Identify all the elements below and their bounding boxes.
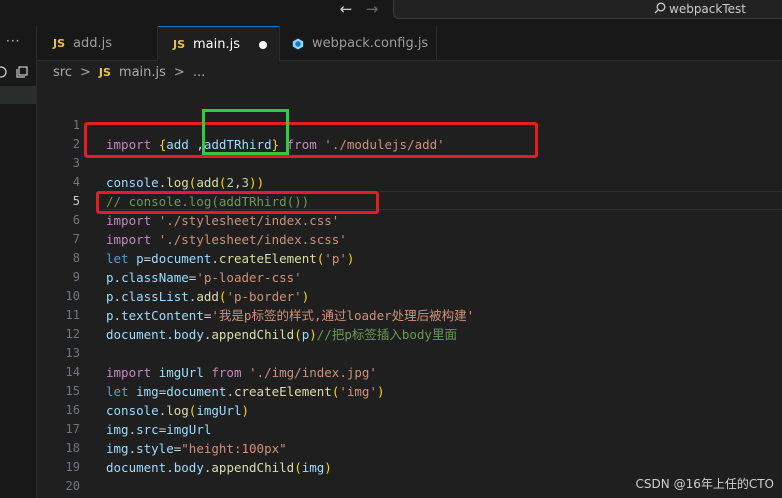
code-line: img.style="height:100px" — [106, 441, 287, 456]
code-line: let img=document.createElement('img') — [106, 384, 385, 399]
refresh-icon[interactable] — [0, 65, 9, 79]
breadcrumb-symbols[interactable]: ... — [193, 65, 205, 80]
red-annotation-box-comment — [96, 191, 379, 214]
line-number: 4 — [72, 175, 80, 189]
chevron-right-icon: > — [173, 64, 185, 80]
js-file-icon: JS — [53, 37, 66, 50]
workspace-name: webpackTest — [669, 2, 746, 16]
line-number: 1 — [72, 118, 80, 132]
code-line: document.body.appendChild(p)//把p标签插入body… — [106, 327, 457, 342]
collapse-all-icon[interactable] — [16, 66, 28, 78]
green-annotation-box-addtrhird — [202, 109, 289, 155]
line-number: 7 — [72, 232, 80, 246]
more-actions-icon[interactable]: ··· — [6, 34, 20, 48]
command-center-search[interactable]: webpackTest — [393, 0, 782, 19]
code-line: p.classList.add('p-border') — [106, 289, 310, 304]
line-number: 18 — [65, 441, 80, 455]
tab-label: add.js — [73, 36, 113, 51]
breadcrumb: src > JS main.js > ... — [37, 61, 782, 83]
tab-label: main.js — [193, 37, 241, 52]
line-number: 14 — [65, 365, 80, 379]
explorer-sidebar: ··· — [0, 26, 37, 498]
tab-webpack-config[interactable]: webpack.config.js — [280, 26, 437, 61]
code-line: p.textContent='我是p标签的样式,通过loader处理后被构建' — [106, 308, 475, 323]
code-line: console.log(imgUrl) — [106, 403, 250, 418]
line-number: 2 — [72, 137, 80, 151]
webpack-icon — [292, 38, 304, 49]
forward-arrow-icon[interactable]: → — [362, 0, 382, 20]
search-icon — [654, 2, 666, 14]
line-number: 12 — [65, 327, 80, 341]
code-line: p.className='p-loader-css' — [106, 270, 302, 285]
line-number: 10 — [65, 289, 80, 303]
code-line: import imgUrl from './img/index.jpg' — [106, 365, 377, 380]
code-line: console.log(add(2,3)) — [106, 175, 265, 190]
line-number: 3 — [72, 156, 80, 170]
line-number: 15 — [65, 384, 80, 398]
line-number: 5 — [72, 194, 80, 208]
line-number: 6 — [72, 213, 80, 227]
watermark: CSDN @16年上任的CTO — [635, 477, 774, 491]
back-arrow-icon[interactable]: ← — [336, 0, 356, 20]
code-line: let p=document.createElement('p') — [106, 251, 355, 266]
breadcrumb-file[interactable]: main.js — [119, 65, 166, 80]
chevron-right-icon: > — [79, 64, 91, 80]
line-number: 11 — [65, 308, 80, 322]
editor-tabs: JS add.js JS main.js webpack.config.js — [37, 26, 782, 62]
line-number: 9 — [72, 270, 80, 284]
code-line: img.src=imgUrl — [106, 422, 212, 437]
line-number: 8 — [72, 251, 80, 265]
breadcrumb-folder[interactable]: src — [53, 65, 72, 80]
js-file-icon: JS — [98, 65, 111, 79]
code-line: import './stylesheet/index.scss' — [106, 232, 347, 247]
line-number-gutter: 1 2 3 4 5 6 7 8 9 10 11 12 13 14 15 16 1… — [37, 83, 82, 498]
selected-tree-item[interactable] — [0, 86, 36, 104]
tab-add-js[interactable]: JS add.js — [37, 26, 158, 61]
line-number: 17 — [65, 422, 80, 436]
line-number: 16 — [65, 403, 80, 417]
code-line: document.body.appendChild(img) — [106, 460, 332, 475]
title-bar: ← → webpackTest — [0, 0, 782, 26]
unsaved-dot-icon[interactable] — [259, 41, 267, 49]
tab-main-js[interactable]: JS main.js — [158, 26, 280, 62]
js-file-icon: JS — [173, 38, 186, 51]
red-annotation-box-import — [84, 122, 538, 158]
tab-label: webpack.config.js — [312, 36, 429, 51]
line-number: 19 — [65, 460, 80, 474]
line-number: 13 — [65, 346, 80, 360]
line-number: 20 — [65, 479, 80, 493]
